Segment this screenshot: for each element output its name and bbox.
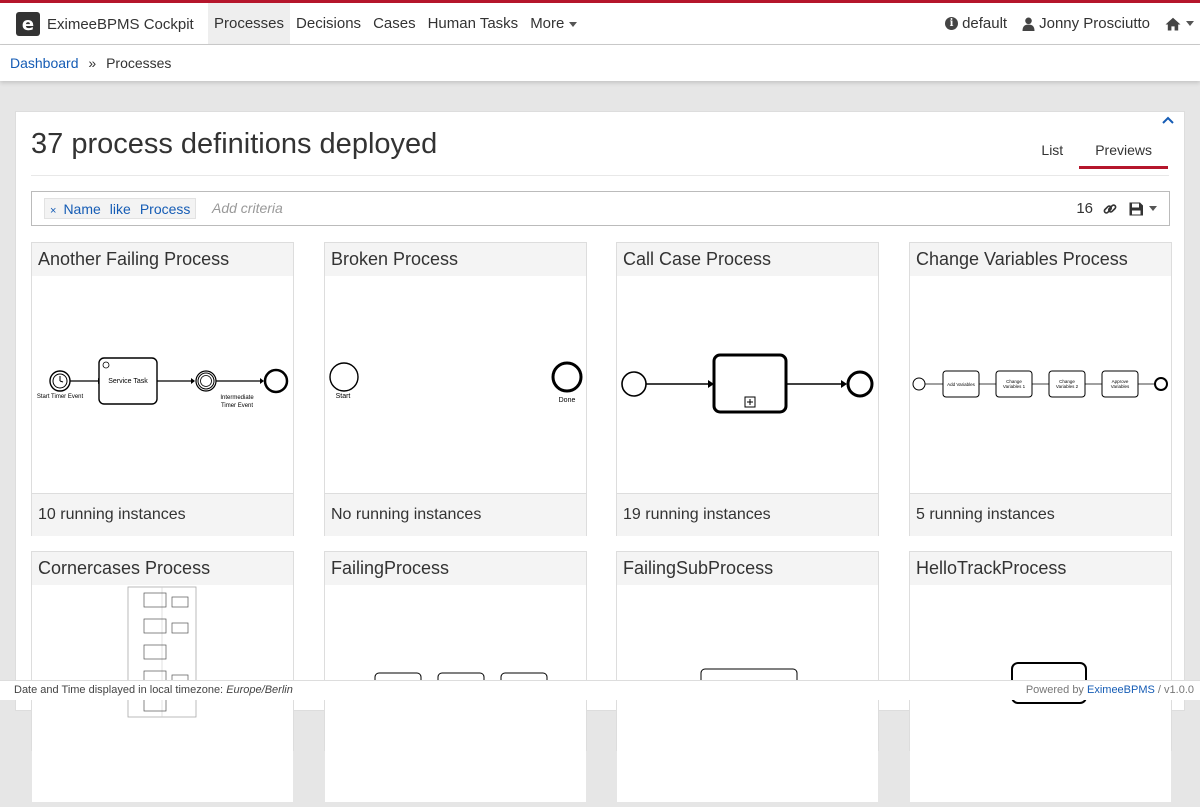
engine-name: default [962, 15, 1008, 32]
page-title: 37 process definitions deployed [31, 128, 438, 160]
process-card-title[interactable]: Change Variables Process [910, 243, 1171, 277]
chevron-down-icon [569, 21, 578, 27]
process-card[interactable]: Cornercases Process [31, 551, 294, 802]
criterion-key[interactable]: Name [63, 201, 100, 217]
search-bar[interactable]: × Name like Process Add criteria 16 [31, 191, 1170, 226]
chevron-up-icon[interactable] [1162, 116, 1174, 124]
task-label: Variables 2 [1056, 384, 1079, 389]
status-bar: Date and Time displayed in local timezon… [0, 680, 1200, 700]
process-card[interactable]: Broken Process Start Done No running ins… [324, 242, 587, 536]
product-link[interactable]: EximeeBPMS [1087, 684, 1155, 696]
nav-item-more-label: More [530, 15, 565, 32]
result-count: 16 [1076, 200, 1093, 217]
intermediate-label-2: Timer Event [221, 403, 253, 409]
tab-previews[interactable]: Previews [1079, 134, 1168, 169]
search-criterion-chip[interactable]: × Name like Process [44, 198, 197, 219]
brand-name: EximeeBPMS Cockpit [47, 15, 194, 33]
nav-item-human-tasks[interactable]: Human Tasks [422, 3, 525, 44]
process-card-title[interactable]: FailingProcess [325, 552, 586, 586]
process-diagram-preview[interactable]: Add Variables Change Variables 1 Change … [910, 276, 1171, 493]
process-card-title[interactable]: Broken Process [325, 243, 586, 277]
end-label: Done [559, 397, 576, 404]
chevron-down-icon [1186, 21, 1194, 26]
user-icon [1022, 17, 1035, 31]
nav-item-more[interactable]: More [524, 3, 583, 44]
chevron-down-icon[interactable] [1149, 206, 1157, 211]
process-diagram-preview[interactable]: Start Timer Event Service Task Intermedi… [32, 276, 293, 493]
task-label: Variables [1111, 384, 1130, 389]
task-label: Variables 1 [1003, 384, 1026, 389]
nav-item-cases[interactable]: Cases [367, 3, 422, 44]
process-card[interactable]: HelloTrackProcess [909, 551, 1172, 802]
process-card[interactable]: Another Failing Process Start Timer Even… [31, 242, 294, 536]
start-label: Start [336, 393, 351, 400]
running-instances: 19 running instances [617, 493, 878, 536]
breadcrumb-separator: » [88, 55, 97, 71]
breadcrumb: Dashboard » Processes [10, 55, 171, 71]
process-card-title[interactable]: Call Case Process [617, 243, 878, 277]
task-label: Add Variables [947, 382, 975, 387]
link-icon[interactable] [1103, 202, 1117, 216]
intermediate-label-1: Intermediate [220, 395, 254, 401]
criterion-value[interactable]: Process [140, 201, 191, 217]
remove-criterion-icon[interactable]: × [50, 205, 56, 217]
process-card[interactable]: FailingProcess [324, 551, 587, 802]
running-instances: 10 running instances [32, 493, 293, 536]
powered-by: Powered by EximeeBPMS / v1.0.0 [1026, 684, 1194, 696]
timezone-label: Date and Time displayed in local timezon… [14, 684, 224, 696]
process-card-title[interactable]: FailingSubProcess [617, 552, 878, 586]
add-criteria-input[interactable]: Add criteria [212, 200, 283, 216]
process-diagram-preview[interactable] [617, 276, 878, 493]
top-navbar: e EximeeBPMS Cockpit Processes Decisions… [0, 3, 1200, 45]
title-divider [31, 175, 1169, 176]
breadcrumb-current: Processes [106, 55, 172, 71]
breadcrumb-bar: Dashboard » Processes [0, 45, 1200, 81]
process-diagram-preview[interactable]: Start Done [325, 276, 586, 493]
process-card[interactable]: Call Case Process 19 running instances [616, 242, 879, 536]
service-task-label: Service Task [108, 378, 148, 385]
nav-item-processes[interactable]: Processes [208, 3, 291, 44]
home-menu[interactable] [1165, 17, 1194, 31]
start-timer-label: Start Timer Event [37, 394, 84, 400]
process-card-title[interactable]: Another Failing Process [32, 243, 293, 277]
user-menu[interactable]: Jonny Prosciutto [1022, 15, 1150, 32]
view-tabs: List Previews [1025, 134, 1168, 169]
save-icon[interactable] [1129, 202, 1157, 216]
brand[interactable]: e EximeeBPMS Cockpit [16, 11, 194, 37]
process-card-title[interactable]: Cornercases Process [32, 552, 293, 586]
running-instances: 5 running instances [910, 493, 1171, 536]
tab-list[interactable]: List [1025, 134, 1079, 169]
nav-item-decisions[interactable]: Decisions [290, 3, 367, 44]
breadcrumb-dashboard[interactable]: Dashboard [10, 55, 79, 71]
brand-logo-icon: e [16, 12, 40, 36]
process-card-title[interactable]: HelloTrackProcess [910, 552, 1171, 586]
user-name: Jonny Prosciutto [1039, 15, 1150, 32]
timezone-value: Europe/Berlin [226, 684, 293, 696]
nav-right: i default Jonny Prosciutto [930, 3, 1194, 44]
powered-by-label: Powered by [1025, 684, 1084, 696]
running-instances: No running instances [325, 493, 586, 536]
version: / v1.0.0 [1157, 684, 1194, 696]
search-actions: 16 [1076, 200, 1157, 217]
main-nav: Processes Decisions Cases Human Tasks Mo… [208, 3, 583, 44]
timezone-info: Date and Time displayed in local timezon… [14, 684, 293, 696]
home-icon [1165, 17, 1181, 30]
info-icon: i [945, 17, 959, 30]
process-card[interactable]: FailingSubProcess [616, 551, 879, 802]
process-definitions-panel: 37 process definitions deployed List Pre… [15, 111, 1185, 802]
engine-selector[interactable]: i default [945, 15, 1007, 32]
process-card[interactable]: Change Variables Process Add Variables C… [909, 242, 1172, 536]
criterion-operator[interactable]: like [110, 201, 131, 217]
